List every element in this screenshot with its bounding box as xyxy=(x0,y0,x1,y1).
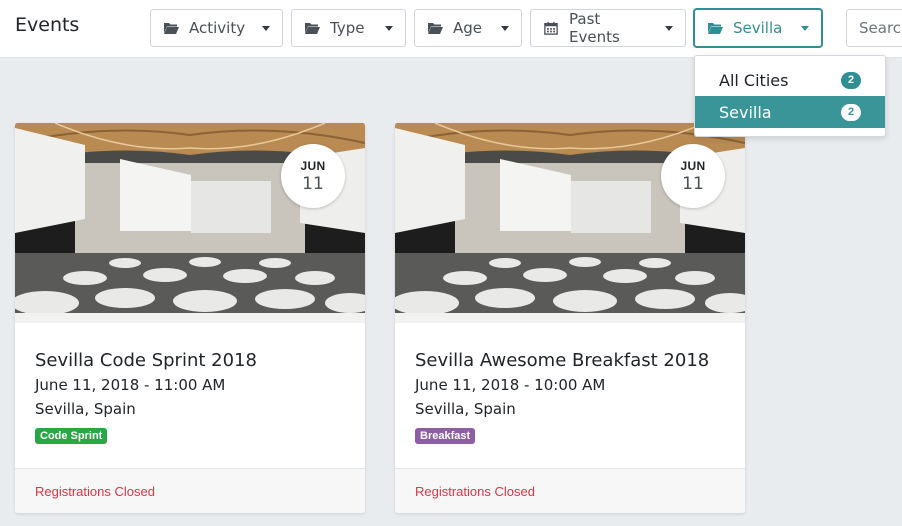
folder-open-icon xyxy=(428,23,443,34)
date-month: JUN xyxy=(680,158,706,173)
dropdown-item-label: Sevilla xyxy=(719,102,772,122)
type-filter-label: Type xyxy=(330,19,365,37)
folder-open-icon xyxy=(708,23,723,34)
registration-status: Registrations Closed xyxy=(15,468,365,513)
age-filter-label: Age xyxy=(453,19,483,37)
activity-filter-label: Activity xyxy=(189,19,246,37)
event-location: Sevilla, Spain xyxy=(35,400,136,418)
event-type-tag: Code Sprint xyxy=(35,428,108,444)
dropdown-item-label: All Cities xyxy=(719,70,789,90)
event-details: Sevilla Awesome Breakfast 2018 June 11, … xyxy=(415,350,729,444)
search-input[interactable] xyxy=(846,9,902,47)
past-events-filter-button[interactable]: Past Events xyxy=(530,9,686,47)
chevron-down-icon xyxy=(801,25,809,31)
chevron-down-icon xyxy=(262,25,270,31)
city-dropdown-menu: All Cities 2 Sevilla 2 xyxy=(694,55,886,137)
city-filter-label: Sevilla xyxy=(733,19,783,37)
chevron-down-icon xyxy=(385,25,393,31)
date-day: 11 xyxy=(682,173,704,194)
event-image: JUN 11 xyxy=(15,123,365,323)
folder-open-icon xyxy=(305,23,320,34)
event-card[interactable]: JUN 11 Sevilla Code Sprint 2018 June 11,… xyxy=(15,123,365,513)
chevron-down-icon xyxy=(501,25,509,31)
top-bar: Events Activity Type Age Past Events Sev… xyxy=(0,0,902,58)
dropdown-item-all-cities[interactable]: All Cities 2 xyxy=(695,64,885,96)
page-title: Events xyxy=(15,14,80,36)
event-image: JUN 11 xyxy=(395,123,745,323)
event-details: Sevilla Code Sprint 2018 June 11, 2018 -… xyxy=(35,350,349,444)
calendar-icon xyxy=(544,21,558,35)
event-datetime: June 11, 2018 - 11:00 AM xyxy=(35,376,226,394)
age-filter-button[interactable]: Age xyxy=(414,9,522,47)
event-title[interactable]: Sevilla Code Sprint 2018 xyxy=(35,350,349,372)
event-datetime: June 11, 2018 - 10:00 AM xyxy=(415,376,606,394)
folder-open-icon xyxy=(164,23,179,34)
event-title[interactable]: Sevilla Awesome Breakfast 2018 xyxy=(415,350,729,372)
count-badge: 2 xyxy=(841,71,861,89)
date-day: 11 xyxy=(302,173,324,194)
dropdown-item-sevilla[interactable]: Sevilla 2 xyxy=(695,96,885,128)
city-filter-button[interactable]: Sevilla xyxy=(694,9,822,47)
event-type-tag: Breakfast xyxy=(415,428,476,444)
type-filter-button[interactable]: Type xyxy=(291,9,406,47)
past-events-filter-label: Past Events xyxy=(569,10,620,46)
date-badge: JUN 11 xyxy=(661,144,725,208)
date-badge: JUN 11 xyxy=(281,144,345,208)
event-location: Sevilla, Spain xyxy=(415,400,516,418)
date-month: JUN xyxy=(300,158,326,173)
registration-status: Registrations Closed xyxy=(395,468,745,513)
chevron-down-icon xyxy=(665,25,673,31)
count-badge: 2 xyxy=(841,103,861,121)
event-card[interactable]: JUN 11 Sevilla Awesome Breakfast 2018 Ju… xyxy=(395,123,745,513)
activity-filter-button[interactable]: Activity xyxy=(150,9,283,47)
